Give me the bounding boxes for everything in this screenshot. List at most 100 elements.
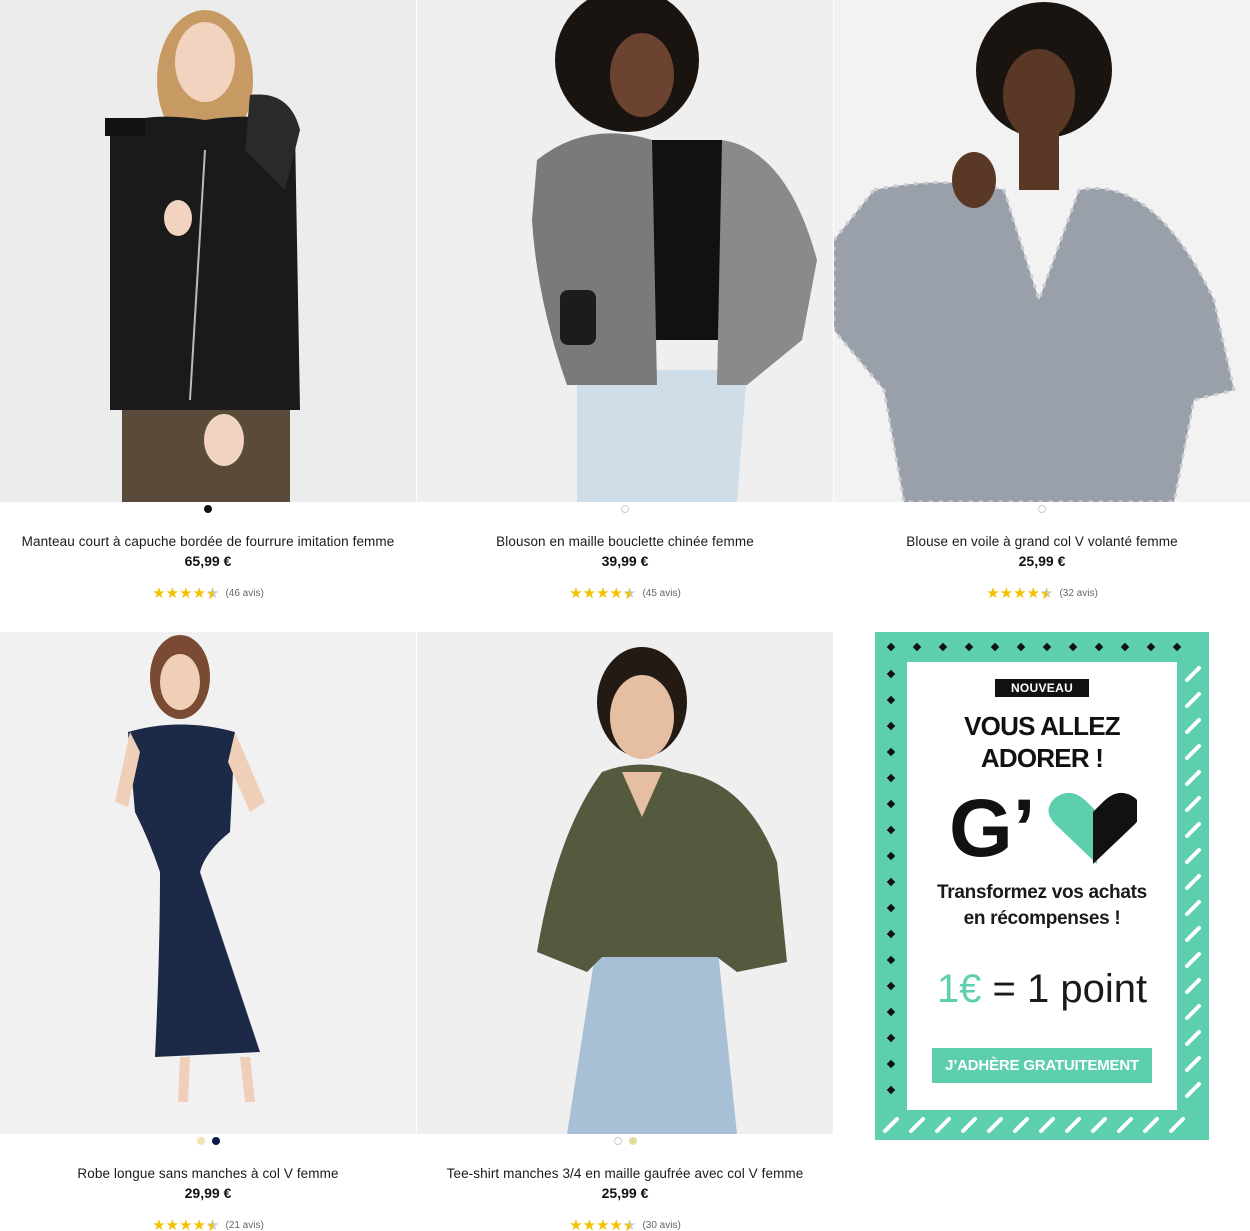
pattern-dash	[1185, 822, 1201, 838]
pattern-diamond	[964, 642, 974, 652]
pattern-diamond	[1068, 642, 1078, 652]
pattern-diamond	[886, 1033, 896, 1043]
points-ratio: 1€ = 1 point	[907, 964, 1177, 1014]
pattern-diamond	[886, 1007, 896, 1017]
rating-stars: ★★★★★★	[569, 1217, 637, 1231]
product-price: 25,99 €	[1018, 553, 1066, 569]
color-swatches[interactable]	[417, 505, 833, 517]
pattern-dash	[1185, 900, 1201, 916]
product-title[interactable]: Blouse en voile à grand col V volanté fe…	[834, 534, 1250, 549]
color-swatch-black[interactable]	[204, 505, 212, 513]
color-swatch-navy[interactable]	[211, 1137, 220, 1145]
color-swatches[interactable]	[417, 1137, 833, 1149]
pattern-dash	[1185, 1056, 1201, 1072]
color-swatch-white[interactable]	[1038, 505, 1046, 513]
pattern-dash	[1185, 926, 1201, 942]
product-price: 29,99 €	[184, 1185, 232, 1201]
pattern-diamond	[886, 903, 896, 913]
product-title[interactable]: Blouson en maille bouclette chinée femme	[417, 534, 833, 549]
color-swatch-yellow[interactable]	[628, 1137, 637, 1145]
pattern-dash	[1185, 1082, 1201, 1098]
pattern-diamond	[912, 642, 922, 652]
pattern-diamond	[886, 669, 896, 679]
pattern-dash	[1143, 1117, 1159, 1133]
pattern-diamond	[886, 825, 896, 835]
product-rating: ★★★★★★ (46 avis)	[0, 584, 416, 603]
product-image[interactable]	[0, 0, 416, 502]
pattern-diamond	[886, 955, 896, 965]
pattern-dash	[1185, 770, 1201, 786]
pattern-dash	[1185, 874, 1201, 890]
promo-subtitle-line2: en récompenses !	[963, 908, 1121, 929]
pattern-dash	[1185, 978, 1201, 994]
pattern-diamond	[886, 929, 896, 939]
product-title[interactable]: Manteau court à capuche bordée de fourru…	[0, 534, 416, 549]
pattern-diamond	[886, 851, 896, 861]
points-currency: 1€	[936, 967, 982, 1011]
product-image[interactable]	[0, 632, 416, 1134]
pattern-dash	[909, 1117, 925, 1133]
pattern-diamond	[886, 773, 896, 783]
product-title[interactable]: Tee-shirt manches 3/4 en maille gaufrée …	[417, 1166, 833, 1181]
rating-stars: ★★★★★★	[152, 1217, 220, 1231]
pattern-dash	[961, 1117, 977, 1133]
rating-stars: ★★★★★★	[569, 585, 637, 603]
pattern-diamond	[1016, 642, 1026, 652]
product-title[interactable]: Robe longue sans manches à col V femme	[0, 1166, 416, 1181]
product-image[interactable]	[417, 632, 833, 1134]
pattern-dash	[1185, 1004, 1201, 1020]
review-count[interactable]: (32 avis)	[1059, 588, 1097, 599]
color-swatch-white[interactable]	[613, 1137, 622, 1145]
promo-headline-line1: VOUS ALLEZ	[964, 711, 1121, 741]
promo-subtitle: Transformez vos achats en récompenses !	[907, 880, 1177, 932]
pattern-dash	[1185, 1030, 1201, 1046]
pattern-dash	[883, 1117, 899, 1133]
color-swatches[interactable]	[834, 505, 1250, 517]
rating-stars: ★★★★★★	[986, 585, 1054, 603]
pattern-dash	[1185, 692, 1201, 708]
pattern-diamond	[990, 642, 1000, 652]
pattern-dash	[1185, 718, 1201, 734]
join-free-button[interactable]: J’ADHÈRE GRATUITEMENT	[932, 1048, 1152, 1083]
pattern-diamond	[1120, 642, 1130, 652]
product-rating: ★★★★★★ (21 avis)	[0, 1216, 416, 1231]
new-badge: NOUVEAU	[995, 679, 1089, 697]
product-image[interactable]	[417, 0, 833, 502]
pattern-dash	[935, 1117, 951, 1133]
review-count[interactable]: (21 avis)	[225, 1220, 263, 1231]
pattern-dash	[1169, 1117, 1185, 1133]
pattern-diamond	[886, 877, 896, 887]
pattern-diamond	[886, 747, 896, 757]
color-swatch-cream[interactable]	[196, 1137, 205, 1145]
pattern-diamond	[938, 642, 948, 652]
pattern-diamond	[886, 1059, 896, 1069]
pattern-dash	[1013, 1117, 1029, 1133]
product-price: 25,99 €	[601, 1185, 649, 1201]
product-price: 39,99 €	[601, 553, 649, 569]
pattern-dash	[1185, 796, 1201, 812]
product-image[interactable]	[834, 0, 1250, 502]
review-count[interactable]: (45 avis)	[642, 588, 680, 599]
points-rest: = 1 point	[981, 967, 1148, 1011]
product-photo-dress	[0, 632, 416, 1134]
color-swatches[interactable]	[0, 1137, 416, 1149]
pattern-diamond	[1146, 642, 1156, 652]
product-price: 65,99 €	[184, 553, 232, 569]
review-count[interactable]: (46 avis)	[225, 588, 263, 599]
review-count[interactable]: (30 avis)	[642, 1220, 680, 1231]
product-photo-top	[417, 632, 833, 1134]
pattern-dash	[1185, 666, 1201, 682]
product-photo-jacket	[417, 0, 833, 502]
color-swatch-white[interactable]	[621, 505, 629, 513]
pattern-diamond	[1042, 642, 1052, 652]
rating-stars: ★★★★★★	[152, 585, 220, 603]
loyalty-promo-banner[interactable]: NOUVEAU VOUS ALLEZ ADORER ! G’ Transform…	[875, 632, 1209, 1140]
pattern-diamond	[886, 642, 896, 652]
pattern-dash	[1185, 744, 1201, 760]
pattern-dash	[1091, 1117, 1107, 1133]
pattern-dash	[1185, 952, 1201, 968]
color-swatches[interactable]	[0, 505, 416, 517]
loyalty-logo: G’	[947, 783, 1142, 874]
pattern-dash	[1117, 1117, 1133, 1133]
product-rating: ★★★★★★ (30 avis)	[417, 1216, 833, 1231]
